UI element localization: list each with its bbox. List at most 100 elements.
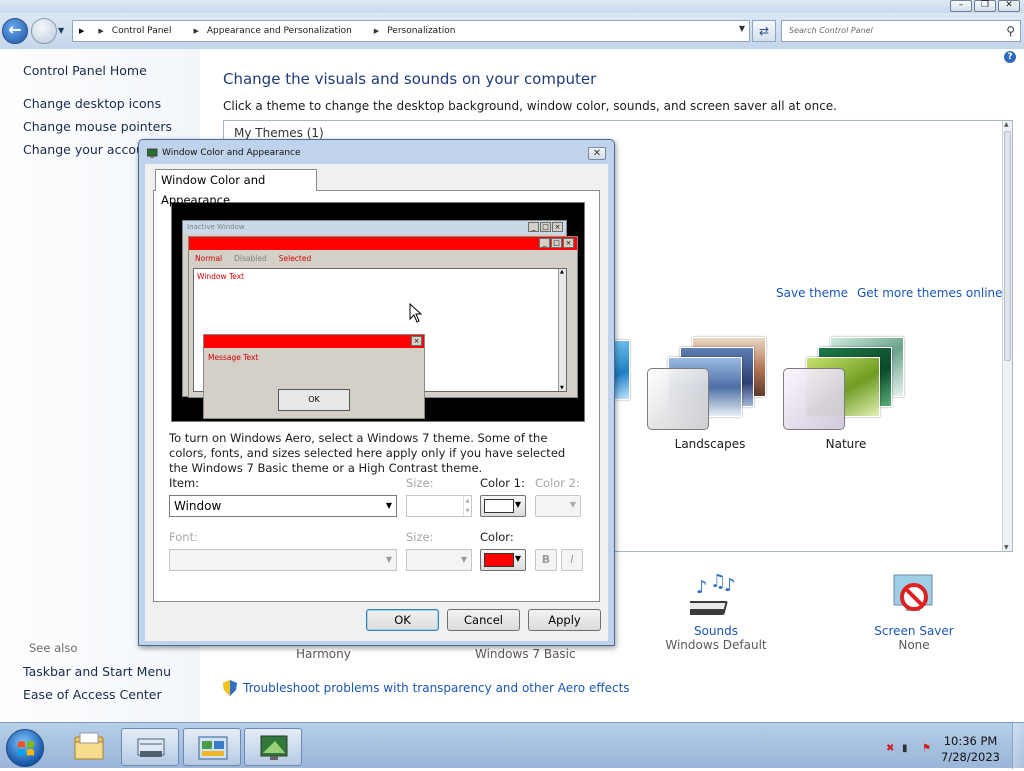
start-button[interactable]: [6, 729, 44, 767]
change-account-picture-link[interactable]: Change your account: [23, 142, 157, 157]
recent-pages-chevron-icon[interactable]: ▼: [58, 26, 64, 35]
theme-list-scrollbar[interactable]: ▲ ▼: [1002, 121, 1012, 551]
font-size-select[interactable]: ▼: [406, 549, 472, 571]
font-color-label: Color:: [480, 530, 514, 544]
taskbar-control-panel-button[interactable]: [183, 728, 241, 766]
preview-window-text[interactable]: Window Text: [197, 272, 244, 281]
forward-button[interactable]: [31, 18, 57, 44]
bold-button[interactable]: B: [535, 549, 557, 571]
spinner-arrows-icon[interactable]: ▲ ▼: [463, 496, 471, 516]
screen-saver-button[interactable]: Screen Saver None: [844, 571, 984, 652]
preview-menu-selected[interactable]: Selected: [279, 254, 312, 263]
close-button[interactable]: ✕: [998, 0, 1020, 12]
chevron-right-icon[interactable]: ▶: [374, 27, 379, 35]
taskbar-start-menu-link[interactable]: Taskbar and Start Menu: [23, 664, 171, 679]
font-color-button[interactable]: ▼: [480, 549, 526, 571]
search-input[interactable]: Search Control Panel ⚲: [781, 20, 1021, 42]
screen-saver-value: None: [898, 638, 930, 652]
taskbar: ✖ ▮ ⚑ 10:36 PM 7/28/2023: [0, 722, 1024, 769]
size-spinner[interactable]: ▲ ▼: [406, 495, 472, 517]
clock-time: 10:36 PM: [943, 734, 998, 748]
save-theme-link[interactable]: Save theme: [776, 286, 848, 300]
taskbar-keyboard-app-button[interactable]: [121, 728, 179, 766]
mouse-cursor-icon: [409, 303, 423, 323]
ease-of-access-link[interactable]: Ease of Access Center: [23, 687, 162, 702]
cancel-button[interactable]: Cancel: [447, 609, 520, 631]
window-color-dialog: Window Color and Appearance ✕ Window Col…: [138, 139, 615, 646]
breadcrumb-appearance[interactable]: Appearance and Personalization: [207, 26, 352, 36]
preview-message-text[interactable]: Message Text: [208, 353, 258, 362]
maximize-button[interactable]: ❐: [974, 0, 996, 12]
ok-button[interactable]: OK: [366, 609, 439, 631]
sounds-music-icon: ♪ ♫ ♪: [682, 571, 736, 615]
svg-text:♪: ♪: [696, 577, 708, 598]
preview-ok-button[interactable]: OK: [278, 389, 350, 411]
chevron-down-icon: ▼: [460, 555, 467, 564]
get-more-themes-link[interactable]: Get more themes online: [857, 286, 1003, 300]
address-bar[interactable]: ▶ ▶ Control Panel ▶ Appearance and Persona…: [72, 20, 750, 42]
dialog-close-button[interactable]: ✕: [588, 147, 606, 160]
search-icon[interactable]: ⚲: [1006, 21, 1015, 41]
control-panel-home-link[interactable]: Control Panel Home: [23, 63, 147, 78]
address-dropdown-icon[interactable]: ▼: [739, 24, 745, 33]
chevron-down-icon: ▼: [569, 500, 576, 509]
chevron-down-icon: ▼: [385, 501, 392, 510]
item-select[interactable]: Window ▼: [169, 495, 397, 517]
back-button[interactable]: ←: [2, 18, 28, 44]
theme-nature-label[interactable]: Nature: [766, 437, 926, 451]
action-center-icon[interactable]: ⚑: [922, 743, 931, 754]
troubleshoot-label[interactable]: Troubleshoot problems with transparency …: [243, 681, 630, 695]
network-warning-icon[interactable]: ✖: [886, 743, 894, 754]
sounds-label[interactable]: Sounds: [646, 624, 786, 638]
taskbar-display-button[interactable]: [244, 728, 302, 766]
font-size-label: Size:: [406, 530, 434, 544]
chevron-right-icon[interactable]: ▶: [98, 27, 103, 35]
italic-button[interactable]: I: [561, 549, 583, 571]
appearance-preview[interactable]: Inactive Window _ □ × _ □ × Normal Disabled …: [171, 202, 585, 422]
harmony-label[interactable]: Harmony: [296, 647, 351, 661]
preview-menu-normal[interactable]: Normal: [195, 254, 222, 263]
shield-icon: [223, 680, 237, 696]
change-mouse-pointers-link[interactable]: Change mouse pointers: [23, 119, 172, 134]
page-title: Change the visuals and sounds on your co…: [223, 70, 597, 88]
system-clock[interactable]: 10:36 PM 7/28/2023: [941, 733, 1000, 765]
font-label: Font:: [169, 530, 198, 544]
troubleshoot-link[interactable]: Troubleshoot problems with transparency …: [223, 680, 630, 696]
tab-window-color[interactable]: Window Color and Appearance: [155, 169, 317, 207]
color1-label: Color 1:: [480, 476, 525, 490]
show-desktop-button[interactable]: [1012, 723, 1024, 769]
preview-message-box[interactable]: × Message Text OK: [203, 334, 425, 419]
keyboard-icon: [137, 738, 165, 757]
aero-info-text: To turn on Windows Aero, select a Window…: [169, 431, 566, 475]
taskbar-explorer-button[interactable]: [60, 728, 118, 766]
screen-saver-label[interactable]: Screen Saver: [844, 624, 984, 638]
windows-logo-icon: [18, 741, 34, 756]
sounds-button[interactable]: ♪ ♫ ♪ Sounds Windows Default: [646, 571, 786, 652]
volume-icon[interactable]: ▮: [902, 743, 908, 754]
chevron-right-icon[interactable]: ▶: [193, 27, 198, 35]
dialog-title: Window Color and Appearance: [162, 148, 301, 158]
minimize-button[interactable]: –: [950, 0, 972, 12]
navigation-bar: ← ▼ ▶ ▶ Control Panel ▶ Appearance and Per…: [0, 13, 1024, 49]
font-select[interactable]: ▼: [169, 549, 397, 571]
preview-menu-disabled[interactable]: Disabled: [234, 254, 267, 263]
search-placeholder: Search Control Panel: [789, 26, 873, 35]
nature-color-swatch: [783, 368, 845, 430]
windows7-basic-label[interactable]: Windows 7 Basic: [475, 647, 576, 661]
breadcrumb-control-panel[interactable]: Control Panel: [112, 26, 172, 36]
control-panel-icon: [198, 736, 228, 760]
chevron-down-icon: ▼: [514, 554, 521, 563]
clock-date: 7/28/2023: [941, 750, 1000, 764]
change-desktop-icons-link[interactable]: Change desktop icons: [23, 96, 161, 111]
chevron-down-icon: ▼: [385, 555, 392, 564]
apply-button[interactable]: Apply: [528, 609, 601, 631]
breadcrumb-root-arrow-icon[interactable]: ▶: [79, 27, 84, 35]
item-select-value: Window: [174, 499, 222, 513]
breadcrumb-personalization[interactable]: Personalization: [387, 26, 455, 36]
color2-button[interactable]: ▼: [535, 495, 581, 517]
help-icon[interactable]: ?: [1004, 51, 1016, 63]
refresh-button[interactable]: ⇄: [752, 20, 776, 42]
page-subtitle: Click a theme to change the desktop back…: [223, 99, 837, 113]
color1-button[interactable]: ▼: [480, 495, 526, 517]
landscapes-color-swatch: [647, 368, 709, 430]
